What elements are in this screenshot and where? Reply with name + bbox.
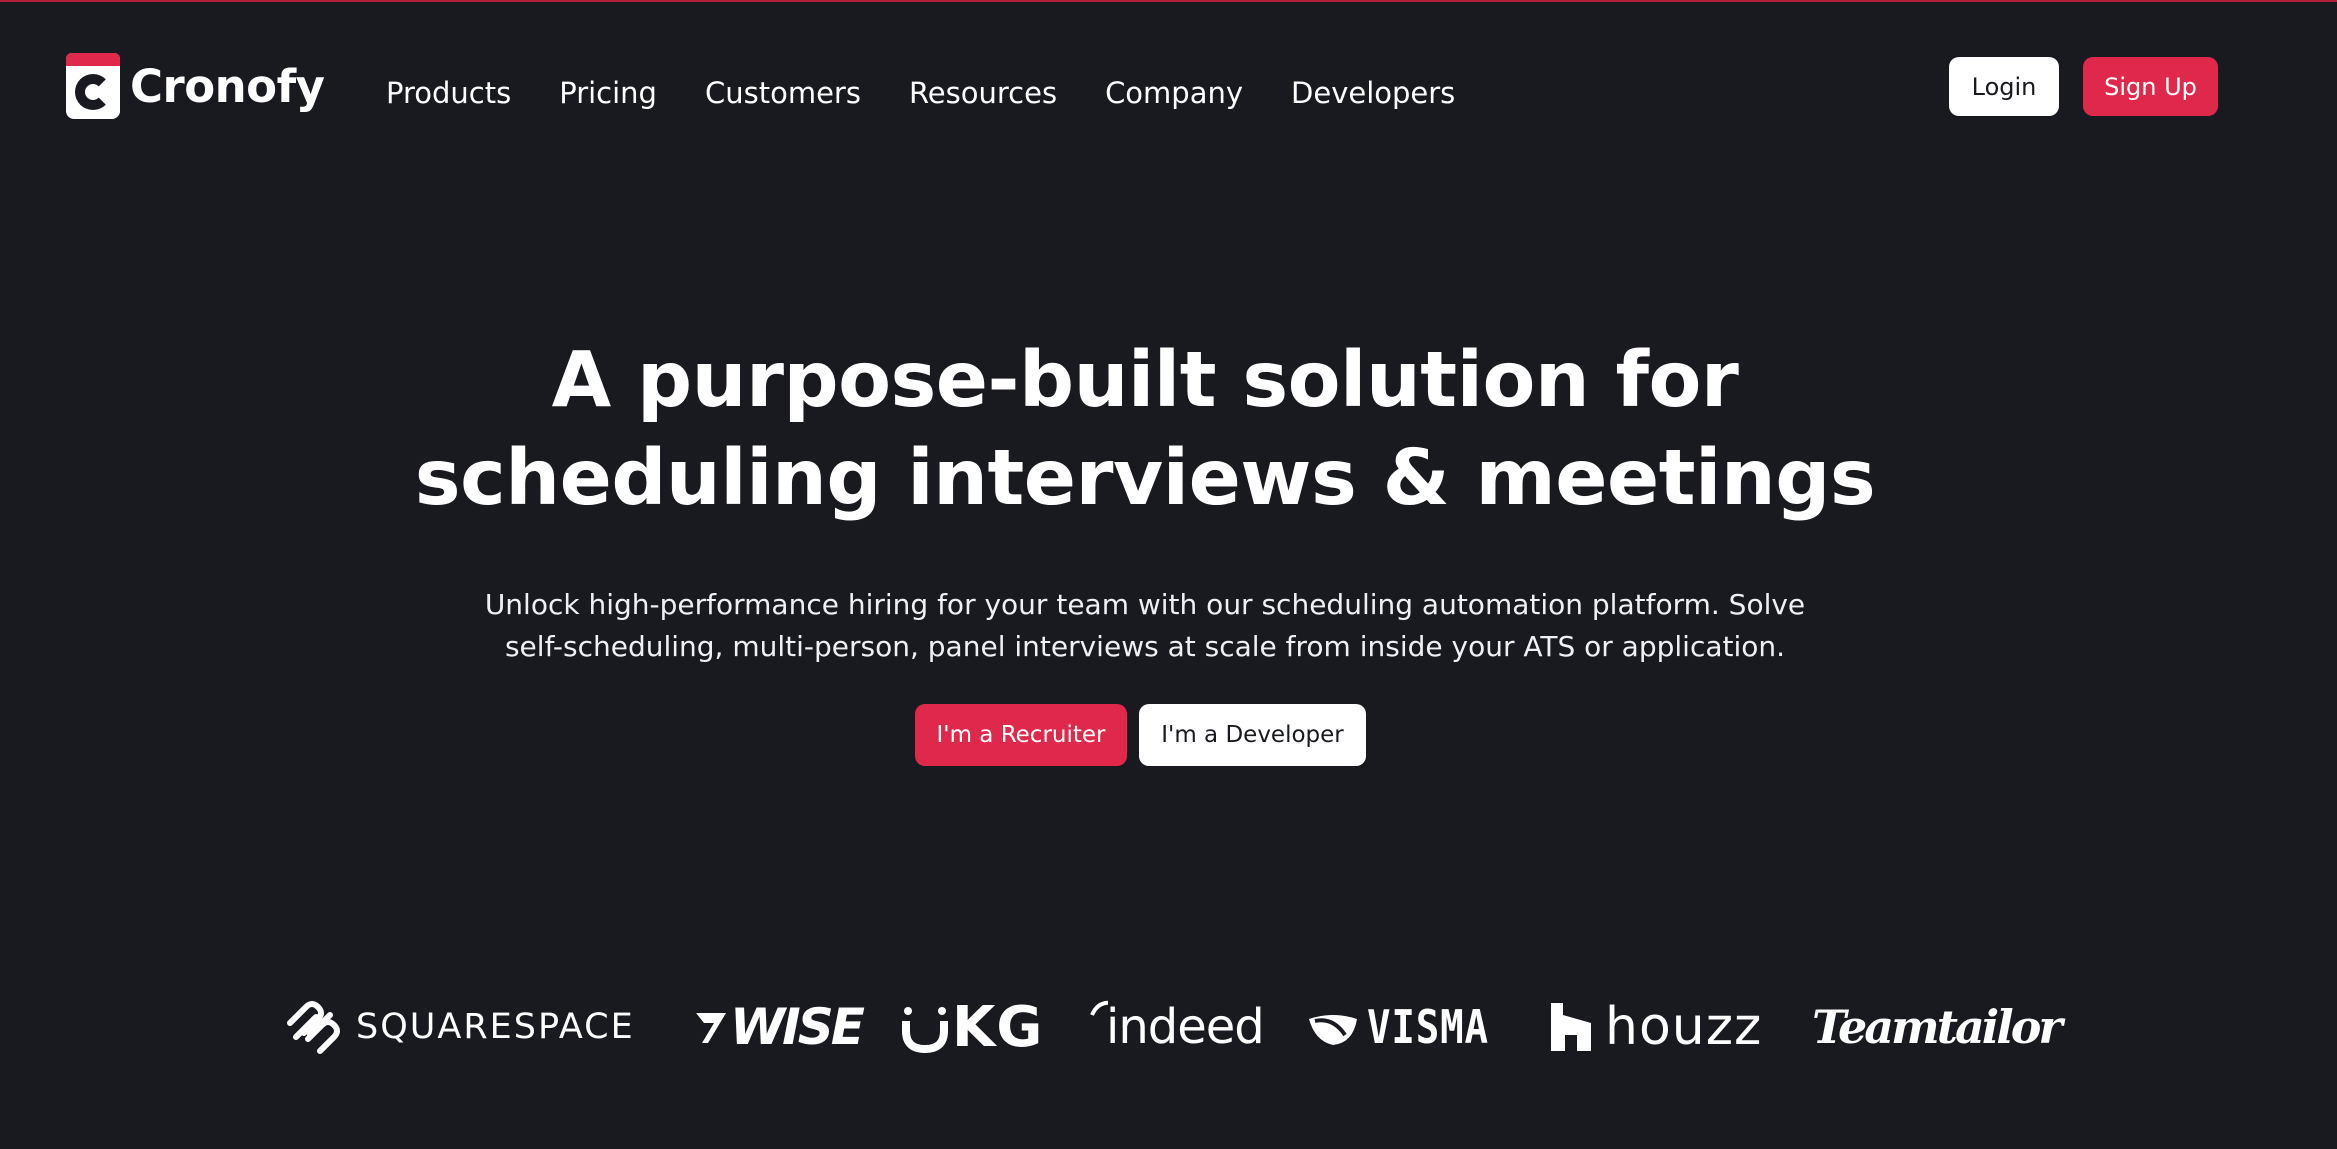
nav-item-pricing[interactable]: Pricing bbox=[559, 76, 657, 110]
login-button[interactable]: Login bbox=[1949, 57, 2059, 116]
logo-ukg-text: KG bbox=[952, 994, 1044, 1060]
hero-subtitle-line-2: self-scheduling, multi-person, panel int… bbox=[504, 630, 1786, 663]
logo-indeed: indeed bbox=[1090, 992, 1265, 1062]
logo-teamtailor: Teamtailor bbox=[1812, 992, 2063, 1062]
nav-item-products[interactable]: Products bbox=[386, 76, 511, 110]
hero-subtitle-line-1: Unlock high-performance hiring for your … bbox=[484, 588, 1806, 621]
customer-logos: SQUARESPACE WISE KG indeed VISMA houzz T… bbox=[282, 992, 2063, 1062]
ukg-logo-icon bbox=[902, 1007, 948, 1053]
nav-item-resources[interactable]: Resources bbox=[909, 76, 1057, 110]
top-navigation: Cronofy Products Pricing Customers Resou… bbox=[0, 2, 2337, 172]
signup-button[interactable]: Sign Up bbox=[2083, 57, 2218, 116]
logo-wise: WISE bbox=[694, 992, 865, 1062]
hero-subtitle: Unlock high-performance hiring for your … bbox=[440, 584, 1850, 668]
nav-item-customers[interactable]: Customers bbox=[705, 76, 861, 110]
logo-teamtailor-text: Teamtailor bbox=[1812, 1000, 2063, 1054]
logo-indeed-text: indeed bbox=[1106, 999, 1265, 1055]
logo-squarespace: SQUARESPACE bbox=[282, 992, 635, 1062]
logo-ukg: KG bbox=[902, 992, 1043, 1062]
squarespace-logo-icon bbox=[287, 1001, 340, 1054]
logo-visma-text: VISMA bbox=[1367, 1000, 1489, 1054]
hero-title: A purpose-built solution for scheduling … bbox=[0, 332, 2290, 528]
logo-squarespace-text: SQUARESPACE bbox=[356, 1007, 635, 1047]
cronofy-logo-icon bbox=[66, 53, 120, 119]
recruiter-button[interactable]: I'm a Recruiter bbox=[915, 704, 1127, 766]
nav-item-developers[interactable]: Developers bbox=[1291, 76, 1455, 110]
hero-title-line-1: A purpose-built solution for bbox=[551, 336, 1739, 425]
houzz-logo-icon bbox=[1551, 1003, 1591, 1051]
brand-logo-link[interactable]: Cronofy bbox=[66, 52, 325, 120]
visma-logo-icon bbox=[1309, 1015, 1357, 1045]
main-menu: Products Pricing Customers Resources Com… bbox=[386, 72, 1503, 114]
brand-name: Cronofy bbox=[130, 59, 325, 113]
logo-houzz: houzz bbox=[1549, 992, 1762, 1062]
logo-wise-text: WISE bbox=[730, 998, 865, 1056]
developer-button[interactable]: I'm a Developer bbox=[1139, 704, 1366, 766]
logo-visma: VISMA bbox=[1305, 992, 1510, 1062]
hero-cta-group: I'm a Recruiter I'm a Developer bbox=[915, 704, 1366, 766]
auth-buttons: Login Sign Up bbox=[1949, 57, 2218, 116]
logo-houzz-text: houzz bbox=[1605, 997, 1763, 1057]
page: Cronofy Products Pricing Customers Resou… bbox=[0, 0, 2337, 1149]
wise-logo-icon bbox=[696, 1013, 726, 1043]
nav-item-company[interactable]: Company bbox=[1105, 76, 1243, 110]
hero-title-line-2: scheduling interviews & meetings bbox=[414, 434, 1876, 523]
